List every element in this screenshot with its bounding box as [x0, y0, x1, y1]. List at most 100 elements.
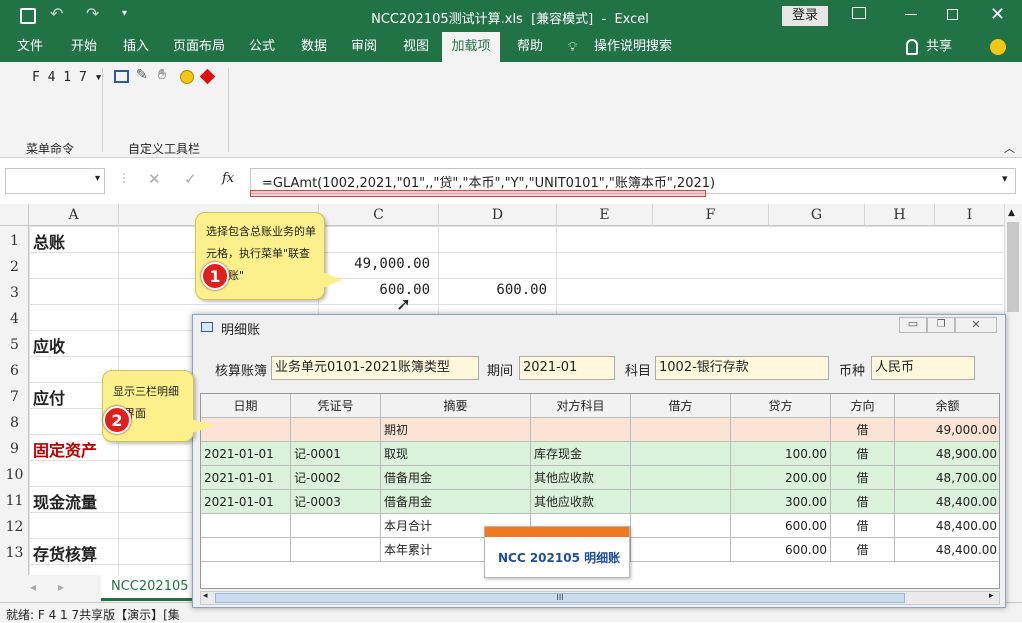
- ledger-cell-credit[interactable]: [731, 418, 831, 442]
- ledger-cell-counter[interactable]: 其他应收款: [531, 490, 631, 514]
- header-voucher[interactable]: 凭证号: [291, 394, 381, 418]
- share-button[interactable]: 共享: [922, 32, 956, 62]
- header-date[interactable]: 日期: [201, 394, 291, 418]
- col-header-e[interactable]: E: [557, 204, 653, 226]
- ledger-cell-debit[interactable]: [631, 442, 731, 466]
- row-header[interactable]: 7: [0, 382, 29, 408]
- select-all[interactable]: [0, 204, 29, 226]
- ledger-cell-credit[interactable]: 200.00: [731, 466, 831, 490]
- ledger-cell-voucher[interactable]: [291, 514, 381, 538]
- ledger-cell-dir[interactable]: 借: [831, 514, 895, 538]
- menu-command-dropdown[interactable]: F 4 1 7 ▾: [32, 70, 102, 85]
- ledger-cell-date[interactable]: 2021-01-01: [201, 490, 291, 514]
- row-header[interactable]: 10: [0, 460, 29, 486]
- row-header[interactable]: 5: [0, 330, 29, 356]
- col-header-h[interactable]: H: [865, 204, 935, 226]
- ledger-cell-dir[interactable]: 借: [831, 466, 895, 490]
- ledger-cell-voucher[interactable]: 记-0002: [291, 466, 381, 490]
- tab-data[interactable]: 数据: [292, 32, 336, 62]
- header-balance[interactable]: 余额: [895, 394, 999, 418]
- cell-a5[interactable]: 应收: [33, 333, 65, 357]
- ledger-cell-balance[interactable]: 49,000.00: [895, 418, 999, 442]
- ledger-cell-voucher[interactable]: [291, 418, 381, 442]
- chevron-down-icon[interactable]: ▾: [95, 173, 100, 184]
- ledger-cell-debit[interactable]: [631, 418, 731, 442]
- ledger-cell-debit[interactable]: [631, 466, 731, 490]
- ledger-cell-balance[interactable]: 48,900.00: [895, 442, 999, 466]
- cell-a11[interactable]: 现金流量: [33, 489, 97, 513]
- hscroll-thumb[interactable]: III: [215, 593, 905, 603]
- tab-file[interactable]: 文件: [8, 32, 52, 62]
- ledger-cell-summary[interactable]: 借备用金: [381, 490, 531, 514]
- name-box[interactable]: ▾: [5, 168, 105, 194]
- row-header[interactable]: 12: [0, 512, 29, 538]
- close-icon[interactable]: ✕: [990, 4, 1005, 25]
- insert-function-icon[interactable]: fx: [222, 171, 234, 186]
- row-header[interactable]: 9: [0, 434, 29, 460]
- ledger-cell-credit[interactable]: 100.00: [731, 442, 831, 466]
- header-credit[interactable]: 贷方: [731, 394, 831, 418]
- col-header-i[interactable]: I: [935, 204, 1005, 226]
- ledger-cell-balance[interactable]: 48,700.00: [895, 466, 999, 490]
- field-currency[interactable]: 人民币: [871, 356, 975, 380]
- ledger-cell-summary[interactable]: 期初: [381, 418, 531, 442]
- ledger-cell-credit[interactable]: 600.00: [731, 514, 831, 538]
- ledger-cell-counter[interactable]: [531, 418, 631, 442]
- row-header[interactable]: 2: [0, 252, 29, 278]
- scroll-up-icon[interactable]: ▲: [1008, 208, 1015, 218]
- col-header-d[interactable]: D: [439, 204, 557, 226]
- row-header[interactable]: 4: [0, 304, 29, 330]
- login-button[interactable]: 登录: [782, 6, 828, 26]
- ledger-cell-date[interactable]: [201, 538, 291, 562]
- ledger-cell-voucher[interactable]: 记-0001: [291, 442, 381, 466]
- ledger-cell-date[interactable]: [201, 418, 291, 442]
- hscroll-left-icon[interactable]: ◂: [203, 591, 208, 601]
- header-counter-account[interactable]: 对方科目: [531, 394, 631, 418]
- ledger-cell-dir[interactable]: 借: [831, 442, 895, 466]
- row-header[interactable]: 6: [0, 356, 29, 382]
- field-subject[interactable]: 1002-银行存款: [655, 356, 829, 380]
- ledger-cell-balance[interactable]: 48,400.00: [895, 490, 999, 514]
- cell-a7[interactable]: 应付: [33, 385, 65, 409]
- ledger-cell-dir[interactable]: 借: [831, 418, 895, 442]
- header-summary[interactable]: 摘要: [381, 394, 531, 418]
- row-header[interactable]: 11: [0, 486, 29, 512]
- ledger-cell-date[interactable]: 2021-01-01: [201, 442, 291, 466]
- sheet-next-icon[interactable]: ▸: [58, 580, 64, 594]
- tab-formulas[interactable]: 公式: [240, 32, 284, 62]
- redo-icon[interactable]: ↷: [86, 4, 99, 23]
- dialog-close-button[interactable]: ✕: [955, 317, 997, 333]
- undo-icon[interactable]: ↶: [50, 4, 63, 23]
- ledger-cell-dir[interactable]: 借: [831, 490, 895, 514]
- tab-page-layout[interactable]: 页面布局: [168, 32, 230, 62]
- maximize-icon[interactable]: [947, 9, 958, 20]
- ledger-cell-voucher[interactable]: 记-0003: [291, 490, 381, 514]
- tab-help[interactable]: 帮助: [508, 32, 552, 62]
- sheet-tab[interactable]: NCC202105: [101, 575, 197, 601]
- field-book[interactable]: 业务单元0101-2021账簿类型: [271, 356, 479, 380]
- ledger-cell-credit[interactable]: 600.00: [731, 538, 831, 562]
- cell-d3[interactable]: 600.00: [440, 282, 547, 298]
- ledger-cell-balance[interactable]: 48,400.00: [895, 538, 999, 562]
- tab-home[interactable]: 开始: [60, 32, 108, 62]
- field-period[interactable]: 2021-01: [519, 356, 615, 380]
- smiley-toolbar-icon[interactable]: [180, 70, 194, 84]
- ledger-cell-debit[interactable]: [631, 538, 731, 562]
- row-header[interactable]: 3: [0, 278, 29, 304]
- dialog-horizontal-scrollbar[interactable]: ◂ III ▸: [200, 591, 1000, 605]
- collapse-ribbon-icon[interactable]: ︿: [1004, 140, 1015, 156]
- dialog-minimize-button[interactable]: ▭: [899, 317, 927, 333]
- hand-icon[interactable]: ✋︎: [158, 67, 166, 83]
- pin-icon[interactable]: ✎: [136, 67, 148, 83]
- ledger-cell-voucher[interactable]: [291, 538, 381, 562]
- cell-a1[interactable]: 总账: [33, 229, 65, 253]
- row-header[interactable]: 13: [0, 538, 29, 564]
- header-direction[interactable]: 方向: [831, 394, 895, 418]
- tab-view[interactable]: 视图: [394, 32, 438, 62]
- tab-insert[interactable]: 插入: [112, 32, 160, 62]
- col-header-g[interactable]: G: [769, 204, 865, 226]
- hscroll-right-icon[interactable]: ▸: [989, 591, 994, 601]
- ledger-cell-dir[interactable]: 借: [831, 538, 895, 562]
- tab-addins[interactable]: 加载项: [442, 32, 500, 62]
- ledger-cell-date[interactable]: [201, 514, 291, 538]
